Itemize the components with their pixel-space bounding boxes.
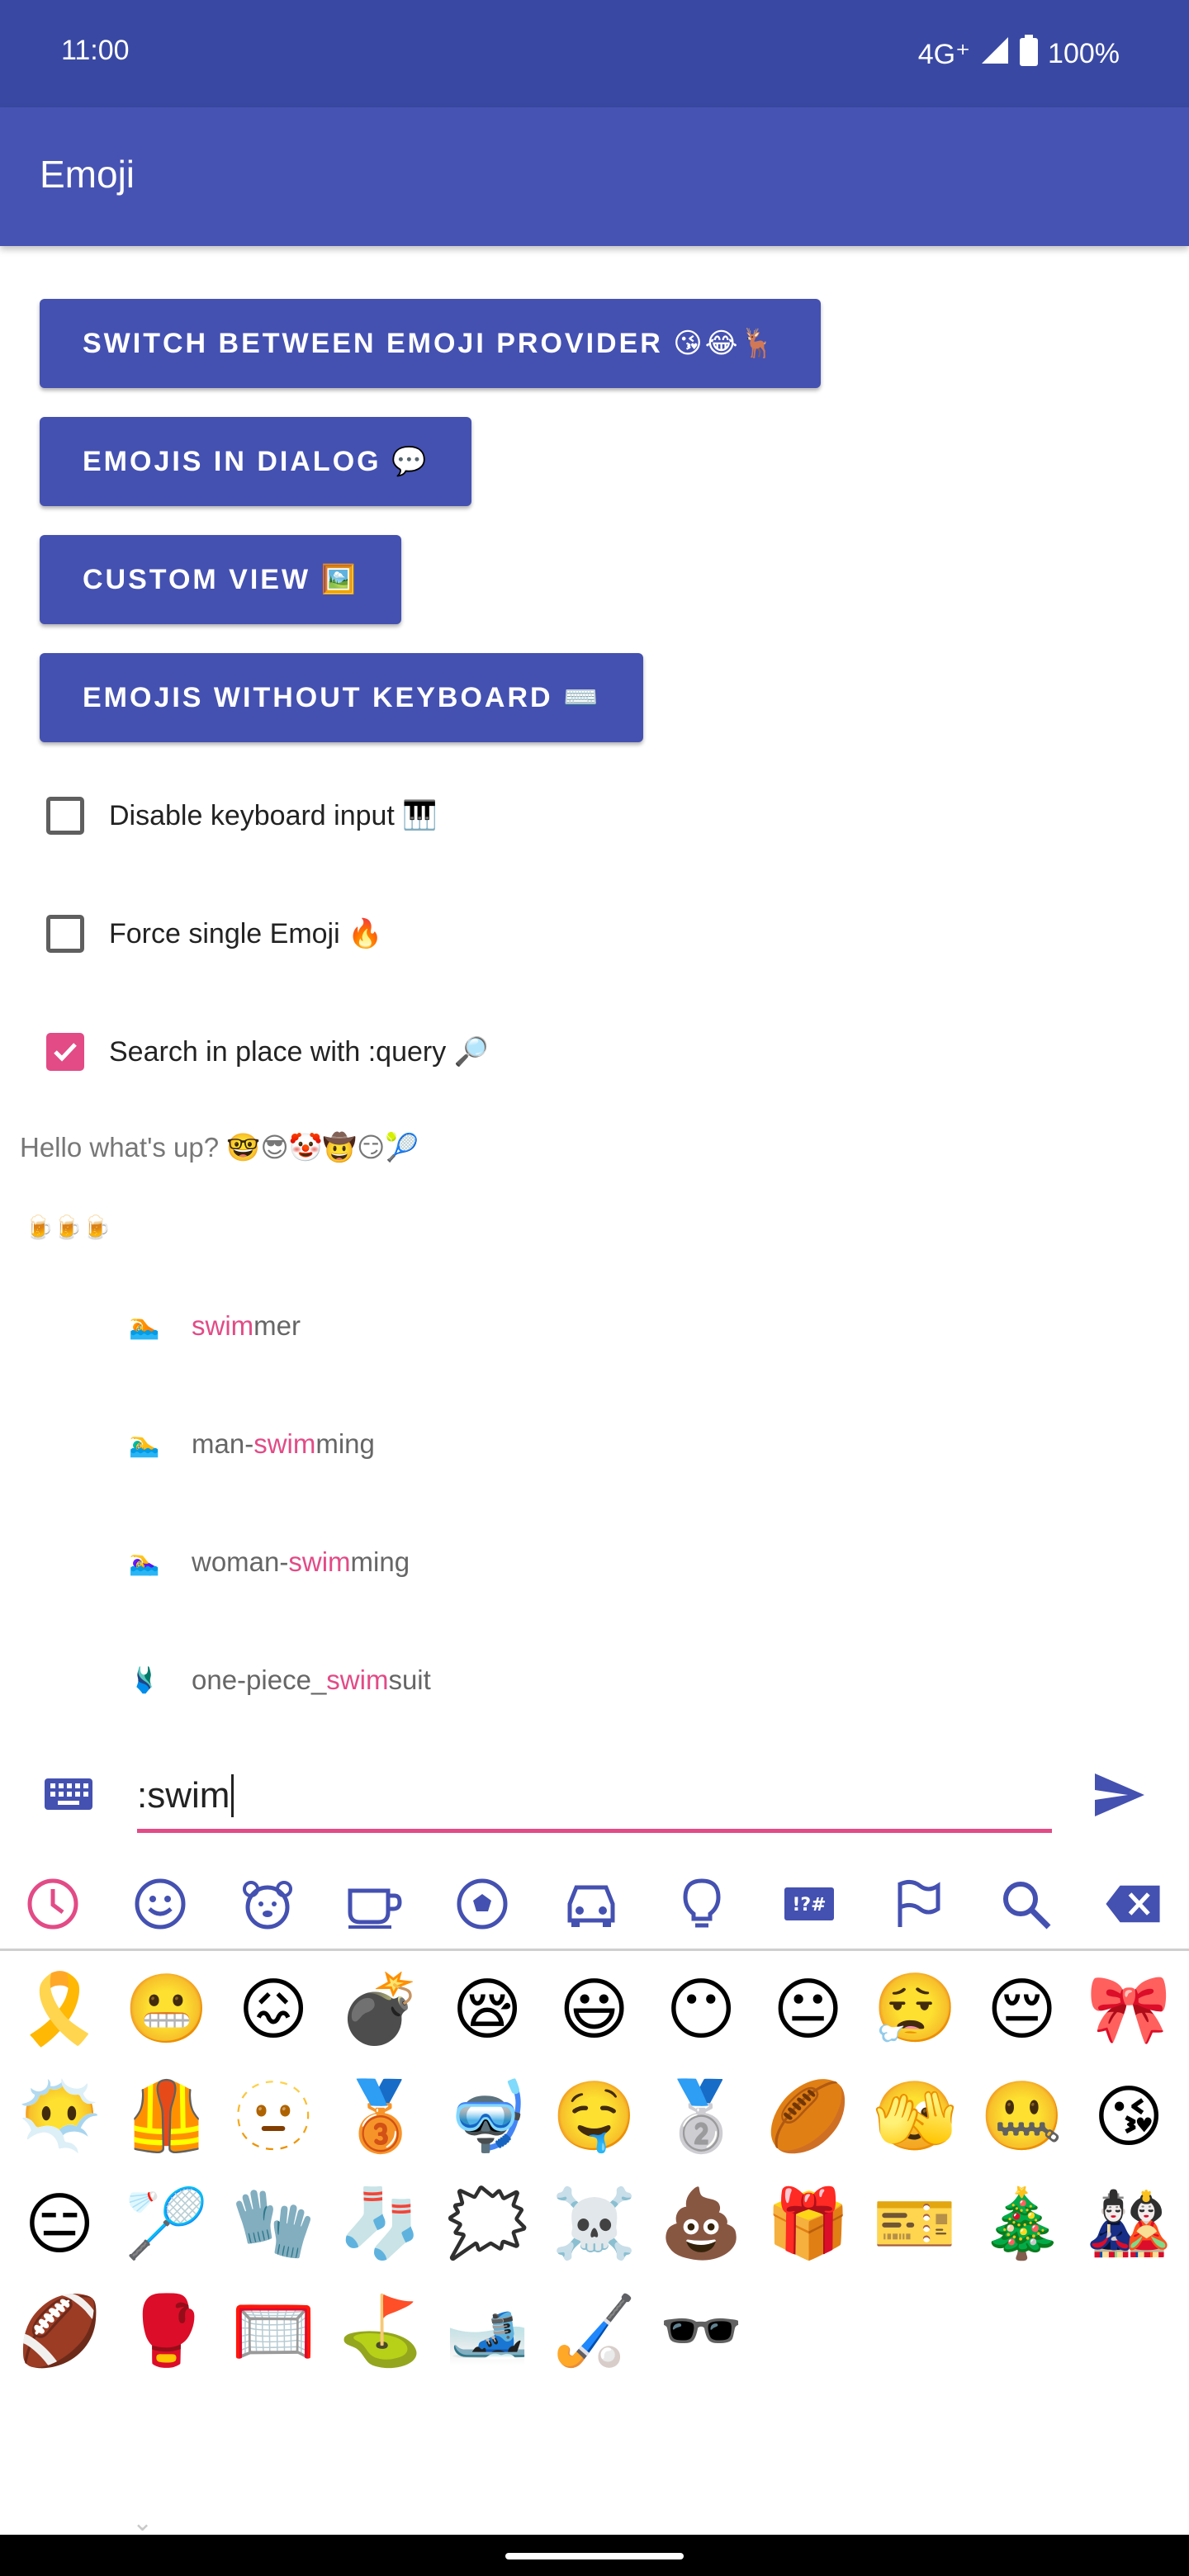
emoji-cell[interactable]: 🥉 xyxy=(331,2067,430,2166)
emoji-cell[interactable]: 🥊 xyxy=(117,2282,216,2381)
send-icon[interactable] xyxy=(1092,1767,1148,1827)
emoji-cell[interactable]: 😃 xyxy=(545,1960,644,2059)
chevron-down-icon[interactable]: ⌄ xyxy=(132,2508,153,2537)
signal-icon xyxy=(980,36,1010,73)
custom-view-button[interactable]: CUSTOM VIEW 🖼️ xyxy=(40,535,401,624)
force-single-label: Force single Emoji 🔥 xyxy=(109,918,383,949)
emoji-cell[interactable]: 🥅 xyxy=(224,2282,323,2381)
woman-swimming-icon: 🏊‍♀️ xyxy=(129,1548,160,1576)
emoji-cell[interactable]: 😶‍🌫️ xyxy=(10,2067,109,2166)
emoji-cell[interactable]: 🥈 xyxy=(651,2067,751,2166)
emoji-cell[interactable]: 🕶️ xyxy=(651,2282,751,2381)
swimsuit-icon: 🩱 xyxy=(129,1666,160,1694)
emoji-cell[interactable]: 🦺 xyxy=(117,2067,216,2166)
status-time: 11:00 xyxy=(61,35,130,66)
keyboard-icon[interactable] xyxy=(41,1767,96,1825)
svg-text:!?#: !?# xyxy=(792,1895,826,1915)
emoji-cell[interactable]: 🎗️ xyxy=(10,1960,109,2059)
network-type: 4G⁺ xyxy=(917,38,971,70)
emoji-cell[interactable]: 💩 xyxy=(651,2175,751,2274)
home-handle[interactable] xyxy=(505,2553,684,2559)
emoji-cell[interactable]: 🤐 xyxy=(973,2067,1072,2166)
emoji-cell[interactable]: 🏸 xyxy=(117,2175,216,2274)
message-text: Hello what's up? 🤓😎🤡🤠😏🎾 xyxy=(20,1132,419,1163)
emoji-cell[interactable]: 😑 xyxy=(10,2175,109,2274)
emoji-cell[interactable]: 🎀 xyxy=(1079,1960,1178,2059)
emoji-category-tabs: !?# xyxy=(0,1858,1189,1951)
switch-provider-button[interactable]: SWITCH BETWEEN EMOJI PROVIDER 😘😂🦌 xyxy=(40,299,821,388)
flag-icon[interactable] xyxy=(888,1874,948,1934)
emoji-cell[interactable]: ☠️ xyxy=(545,2175,644,2274)
emoji-cell[interactable]: 🧦 xyxy=(331,2175,430,2274)
search-icon[interactable] xyxy=(996,1874,1055,1934)
emoji-cell[interactable]: 😘 xyxy=(1079,2067,1178,2166)
input-value: :swim xyxy=(137,1774,230,1816)
emoji-cell[interactable]: 🎁 xyxy=(759,2175,858,2274)
suggestion-item[interactable]: 🩱 one-piece_ swim suit xyxy=(129,1655,431,1705)
recent-icon[interactable] xyxy=(23,1874,83,1934)
beer-message: 🍺🍺🍺 xyxy=(25,1215,111,1240)
emoji-cell[interactable]: 🎫 xyxy=(865,2175,964,2274)
emoji-cell[interactable]: 🎎 xyxy=(1079,2175,1178,2274)
emoji-cell[interactable]: ⛳ xyxy=(331,2282,430,2381)
disable-keyboard-checkbox-row[interactable]: Disable keyboard input 🎹 xyxy=(46,791,438,841)
search-in-place-checkbox[interactable] xyxy=(46,1033,84,1071)
status-icons: 4G⁺ 100% xyxy=(918,35,1120,73)
emojis-without-keyboard-button[interactable]: EMOJIS WITHOUT KEYBOARD ⌨️ xyxy=(40,653,644,742)
search-in-place-label: Search in place with :query 🔎 xyxy=(109,1036,489,1068)
disable-keyboard-checkbox[interactable] xyxy=(46,797,84,835)
emoji-cell[interactable]: 🎿 xyxy=(438,2282,537,2381)
search-in-place-checkbox-row[interactable]: Search in place with :query 🔎 xyxy=(46,1027,489,1077)
car-icon[interactable] xyxy=(561,1874,621,1934)
smiley-icon[interactable] xyxy=(130,1874,190,1934)
emoji-cell[interactable]: 🏈 xyxy=(10,2282,109,2381)
man-swimming-icon: 🏊‍♂️ xyxy=(129,1430,160,1458)
soccer-icon[interactable] xyxy=(452,1874,512,1934)
emoji-cell[interactable]: 🏉 xyxy=(759,2067,858,2166)
force-single-checkbox[interactable] xyxy=(46,915,84,953)
emoji-cell[interactable]: 🫥 xyxy=(224,2067,323,2166)
emoji-cell[interactable]: 😮‍💨 xyxy=(865,1960,964,2059)
emoji-cell[interactable]: 😐 xyxy=(759,1960,858,2059)
emoji-cell[interactable]: 🗯️ xyxy=(438,2175,537,2274)
battery-level: 100% xyxy=(1048,38,1120,69)
swimmer-icon: 🏊 xyxy=(129,1312,160,1340)
emoji-cell[interactable]: 💣 xyxy=(331,1960,430,2059)
backspace-icon[interactable] xyxy=(1103,1874,1163,1934)
cup-icon[interactable] xyxy=(345,1874,405,1934)
symbols-icon[interactable]: !?# xyxy=(779,1874,839,1934)
emoji-cell[interactable]: 😶 xyxy=(651,1960,751,2059)
page-title: Emoji xyxy=(40,153,135,196)
emoji-cell[interactable]: 🧤 xyxy=(224,2175,323,2274)
bear-icon[interactable] xyxy=(238,1874,297,1934)
navigation-bar xyxy=(0,2535,1189,2576)
app-bar: Emoji xyxy=(0,107,1189,246)
force-single-checkbox-row[interactable]: Force single Emoji 🔥 xyxy=(46,909,382,959)
emoji-cell[interactable]: 😬 xyxy=(117,1960,216,2059)
emojis-in-dialog-button[interactable]: EMOJIS IN DIALOG 💬 xyxy=(40,417,472,506)
emoji-cell[interactable]: 🤤 xyxy=(545,2067,644,2166)
suggestion-item[interactable]: 🏊 swim mer xyxy=(129,1301,301,1351)
disable-keyboard-label: Disable keyboard input 🎹 xyxy=(109,800,438,831)
suggestion-item[interactable]: 🏊‍♂️ man-swim ming xyxy=(129,1419,375,1469)
emoji-cell[interactable]: 😔 xyxy=(973,1960,1072,2059)
bulb-icon[interactable] xyxy=(672,1874,732,1934)
emoji-cell[interactable]: 🤿 xyxy=(438,2067,537,2166)
emoji-input-row: :swim xyxy=(0,1750,1189,1849)
emoji-cell[interactable]: 😪 xyxy=(438,1960,537,2059)
suggestion-item[interactable]: 🏊‍♀️ woman-swim ming xyxy=(129,1537,410,1587)
emoji-cell[interactable]: 🏑 xyxy=(545,2282,644,2381)
emoji-cell[interactable]: 🎄 xyxy=(973,2175,1072,2274)
emoji-cell[interactable]: 😖 xyxy=(224,1960,323,2059)
status-bar: 11:00 4G⁺ 100% xyxy=(0,0,1189,107)
battery-icon xyxy=(1020,35,1039,73)
text-cursor xyxy=(231,1773,234,1817)
emoji-cell[interactable]: 🫣 xyxy=(865,2067,964,2166)
checkmark-icon xyxy=(54,1043,77,1062)
emoji-text-input[interactable]: :swim xyxy=(137,1762,1052,1833)
